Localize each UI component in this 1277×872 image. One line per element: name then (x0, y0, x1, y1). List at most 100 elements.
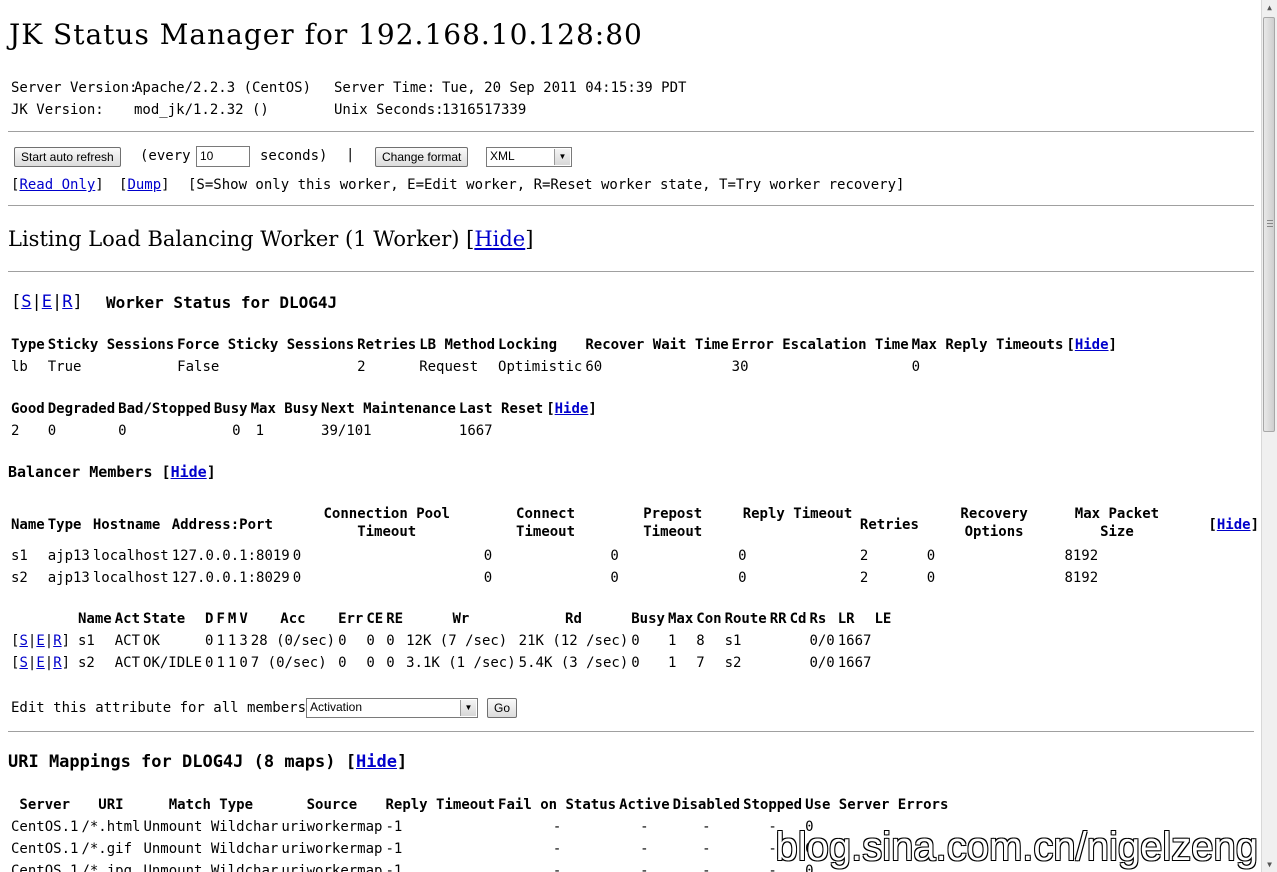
reset-member-link[interactable]: R (53, 633, 61, 649)
uri-hide-link[interactable]: Hide (356, 752, 397, 772)
cell (874, 652, 894, 674)
cell: True (47, 359, 82, 375)
col-header: Disabled (672, 797, 741, 813)
cell (790, 630, 810, 652)
cell: - (702, 819, 711, 835)
cell: 0 (366, 633, 375, 649)
scroll-up-arrow-icon[interactable]: ▲ (1262, 0, 1277, 15)
worker-config-table: Type Sticky Sessions Force Sticky Sessio… (11, 334, 1120, 378)
col-header: Server (19, 797, 70, 813)
cell: 0 (338, 633, 347, 649)
format-select[interactable]: XML ▼ (486, 147, 572, 167)
cell: - (552, 841, 562, 857)
col-header: Retries (859, 517, 919, 533)
start-auto-refresh-button[interactable]: Start auto refresh (14, 147, 121, 167)
go-button[interactable]: Go (487, 698, 518, 718)
cell: 28 (0/sec) (250, 633, 336, 649)
cell: OK/IDLE (143, 655, 203, 671)
server-version-label: Server Version: (11, 80, 138, 96)
state-hide-link[interactable]: Hide (555, 401, 589, 417)
cell: 1667 (837, 633, 872, 649)
cell: - (640, 841, 649, 857)
cell: 0/0 (809, 633, 835, 649)
vertical-scrollbar[interactable]: ▲ ▼ (1261, 0, 1277, 872)
uri-mappings-title: URI Mappings for DLOG4J (8 maps) [Hide] (8, 752, 407, 772)
dump-link[interactable]: Dump (127, 177, 161, 193)
cell: ACT (114, 633, 141, 649)
divider (8, 131, 1254, 132)
cell: ajp13 (47, 548, 90, 564)
cell: 0 (631, 655, 640, 671)
scrollbar-thumb[interactable] (1263, 17, 1275, 432)
cell: s1 (724, 633, 742, 649)
cell: 127.0.0.1:8019 (171, 548, 290, 564)
cell: Optimistic (498, 359, 583, 375)
dump-link-wrap: [Dump] (119, 177, 170, 193)
divider (8, 731, 1254, 732)
col-header: Use Server Errors (805, 797, 949, 813)
col-header: Reply Timeout (742, 506, 853, 522)
edit-member-link[interactable]: E (36, 655, 44, 671)
reset-worker-link[interactable]: R (62, 292, 72, 312)
cell: 1 (667, 655, 677, 671)
cell: 0 (631, 633, 640, 649)
show-worker-link[interactable]: S (21, 292, 31, 312)
col-header: F (216, 611, 225, 627)
cell: 0 (738, 570, 747, 586)
members-hide-link[interactable]: Hide (171, 463, 207, 481)
col-header: Degraded (47, 401, 116, 417)
cell: 2 (11, 423, 20, 439)
col-header: Fail on Status (498, 797, 617, 813)
read-only-link[interactable]: Read Only (19, 177, 95, 193)
dropdown-arrow-icon[interactable]: ▼ (554, 149, 570, 165)
edit-member-link[interactable]: E (36, 633, 44, 649)
server-time: Tue, 20 Sep 2011 04:15:39 PDT (442, 80, 687, 96)
cell: s1 (11, 548, 28, 564)
dropdown-arrow-icon[interactable]: ▼ (460, 700, 476, 716)
cell: 0 (926, 548, 936, 564)
col-header: Name (78, 611, 112, 627)
status-page: JK Status Manager for 192.168.10.128:80 … (0, 0, 1262, 872)
cell: CentOS.1 (11, 819, 79, 835)
edit-worker-link[interactable]: E (42, 292, 52, 312)
cell: s2 (78, 655, 95, 671)
reset-member-link[interactable]: R (53, 655, 61, 671)
col-header: Max Packet Size (1074, 506, 1160, 540)
col-header: Max Busy (250, 401, 319, 417)
col-header: Force Sticky Sessions (177, 337, 355, 353)
table-header-row: Name Act State D F M V Acc Err CE RE Wr … (11, 608, 894, 630)
cell: 0 (47, 423, 57, 439)
cell: - (640, 819, 649, 835)
cell: localhost (92, 548, 169, 564)
table-row: lb True False 2 Request Optimistic 60 30… (11, 356, 1120, 378)
col-header: Rd (565, 611, 582, 627)
cell: 0/0 (809, 655, 835, 671)
show-member-link[interactable]: S (19, 655, 27, 671)
col-header: RR (769, 611, 787, 627)
table-row: [S|E|R] s1 ACT OK 0 1 1 3 28 (0/sec) 0 0… (11, 630, 894, 652)
config-hide-link[interactable]: Hide (1075, 337, 1109, 353)
divider (8, 271, 1254, 272)
col-header: LB Method (419, 337, 496, 353)
cell: /*.html (81, 819, 141, 835)
lb-hide-link[interactable]: Hide (474, 227, 525, 251)
col-header: Busy (213, 401, 248, 417)
cell: 1 (227, 655, 237, 671)
table-header-row: Name Type Hostname Address:Port Connecti… (11, 505, 1262, 545)
members-config-hide-link[interactable]: Hide (1217, 517, 1251, 533)
cell: 60 (585, 359, 603, 375)
table-header-row: Server URI Match Type Source Reply Timeo… (11, 794, 951, 816)
cell: OK (143, 633, 160, 649)
cell: 1 (255, 423, 265, 439)
cell: 7 (696, 655, 705, 671)
change-format-button[interactable]: Change format (375, 147, 469, 167)
edit-attribute-select[interactable]: Activation ▼ (306, 698, 478, 718)
refresh-interval-input[interactable]: 10 (196, 146, 250, 167)
cell: 1667 (458, 423, 493, 439)
col-header: Cd (789, 611, 807, 627)
scroll-down-arrow-icon[interactable]: ▼ (1262, 857, 1277, 872)
cell (790, 652, 810, 674)
cell (770, 652, 790, 674)
show-member-link[interactable]: S (19, 633, 27, 649)
separator: | (346, 147, 355, 163)
